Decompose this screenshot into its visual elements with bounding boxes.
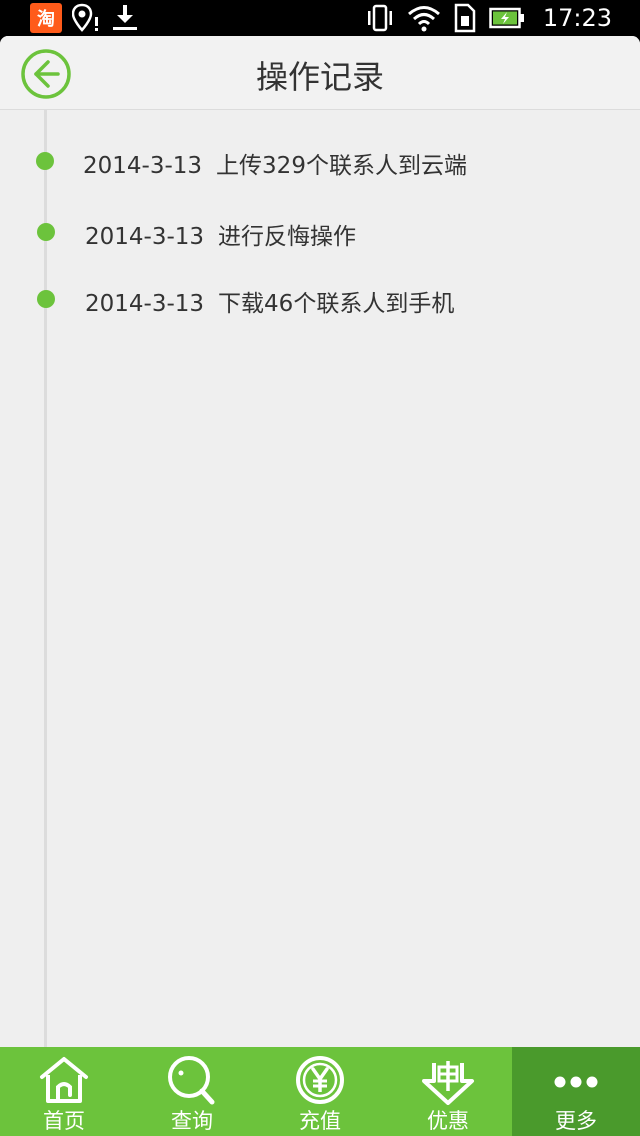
home-icon xyxy=(40,1057,88,1103)
record-item: 2014-3-13 进行反悔操作 xyxy=(0,211,640,251)
nav-label: 优惠 xyxy=(427,1109,469,1133)
record-action: 上传329个联系人到云端 xyxy=(216,153,467,179)
nav-recharge[interactable]: 充值 xyxy=(256,1047,384,1136)
nav-label: 首页 xyxy=(43,1109,85,1133)
taobao-notification-icon: 淘 xyxy=(30,3,62,33)
yuan-icon xyxy=(296,1056,344,1104)
coupon-icon xyxy=(422,1061,474,1105)
record-text: 2014-3-13 上传329个联系人到云端 xyxy=(83,146,467,180)
record-date: 2014-3-13 xyxy=(83,153,203,179)
wifi-icon xyxy=(407,6,440,32)
record-action: 进行反悔操作 xyxy=(218,224,357,250)
nav-discount[interactable]: 优惠 xyxy=(384,1047,512,1136)
status-bar-system: 17:23 xyxy=(365,2,612,34)
status-bar-notifications: 淘 xyxy=(30,3,140,33)
app-window: 操作记录 2014-3-13 上传329个联系人到云端 2014-3-13 进行反悔… xyxy=(0,36,640,1136)
bottom-nav: 首页 查询 充值 优惠 更多 xyxy=(0,1047,640,1136)
timeline-dot xyxy=(36,152,54,170)
status-time: 17:23 xyxy=(542,4,612,32)
record-date: 2014-3-13 xyxy=(85,291,205,317)
vibrate-icon xyxy=(367,4,392,32)
page-title: 操作记录 xyxy=(255,58,384,96)
record-action: 下载46个联系人到手机 xyxy=(218,291,455,317)
timeline-dot xyxy=(37,290,55,308)
nav-home[interactable]: 首页 xyxy=(0,1047,128,1136)
location-alert-icon xyxy=(72,3,98,32)
sim-card-icon xyxy=(454,3,476,33)
nav-query[interactable]: 查询 xyxy=(128,1047,256,1136)
download-icon xyxy=(113,5,137,30)
record-text: 2014-3-13 进行反悔操作 xyxy=(85,217,356,251)
record-item: 2014-3-13 上传329个联系人到云端 xyxy=(0,140,640,180)
record-item: 2014-3-13 下载46个联系人到手机 xyxy=(0,278,640,318)
more-icon xyxy=(554,1076,598,1088)
timeline-dot xyxy=(37,223,55,241)
nav-label: 查询 xyxy=(171,1109,213,1133)
nav-label: 充值 xyxy=(299,1109,341,1133)
record-date: 2014-3-13 xyxy=(85,224,205,250)
title-bar: 操作记录 xyxy=(0,36,640,110)
record-text: 2014-3-13 下载46个联系人到手机 xyxy=(85,284,454,318)
nav-label: 更多 xyxy=(555,1109,597,1133)
battery-icon xyxy=(489,7,524,29)
search-icon xyxy=(168,1056,215,1105)
status-bar: 淘 17:23 xyxy=(0,0,640,36)
nav-more[interactable]: 更多 xyxy=(512,1047,640,1136)
